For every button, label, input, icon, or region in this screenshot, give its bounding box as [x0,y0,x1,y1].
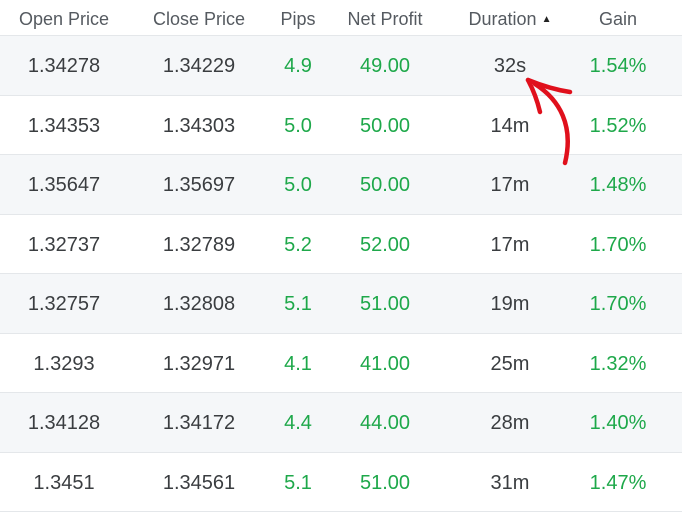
column-header-pips[interactable]: Pips [280,0,315,36]
cell-net-profit: 41.00 [359,352,411,375]
table-body: 1.34278 1.34229 4.9 49.00 32s 1.54% 1.34353 1.3… [0,36,682,512]
table-row[interactable]: 1.32737 1.32789 5.2 52.00 17m 1.70% [0,215,682,274]
cell-pips: 4.4 [284,412,312,434]
cell-close-price: 1.35697 [162,174,236,196]
column-header-close-price[interactable]: Close Price [153,0,245,36]
cell-net-profit: 49.00 [359,55,411,77]
cell-open-price: 1.3451 [33,471,95,494]
cell-pips: 4.9 [284,55,312,77]
table-row[interactable]: 1.3451 1.34561 5.1 51.00 31m 1.47% [0,453,682,512]
cell-close-price: 1.34172 [162,412,236,434]
cell-net-profit: 50.00 [359,114,411,137]
column-header-duration-label: Duration [468,9,537,29]
cell-net-profit: 52.00 [359,233,411,256]
cell-duration: 31m [490,471,530,494]
cell-gain: 1.52% [589,114,647,137]
cell-open-price: 1.34128 [27,412,101,434]
cell-net-profit: 51.00 [359,293,411,315]
table-row[interactable]: 1.34128 1.34172 4.4 44.00 28m 1.40% [0,393,682,453]
table-row[interactable]: 1.34353 1.34303 5.0 50.00 14m 1.52% [0,96,682,155]
cell-duration: 28m [490,412,530,434]
cell-gain: 1.40% [589,412,647,434]
cell-close-price: 1.32971 [162,352,236,375]
table-row[interactable]: 1.32757 1.32808 5.1 51.00 19m 1.70% [0,274,682,334]
cell-close-price: 1.34229 [162,55,236,77]
cell-net-profit: 51.00 [359,471,411,494]
cell-gain: 1.54% [589,55,647,77]
cell-pips: 5.2 [284,233,312,256]
trades-table: Open Price Close Price Pips Net Profit D… [0,0,682,512]
cell-close-price: 1.34303 [162,114,236,137]
sort-ascending-icon: ▲ [541,14,552,25]
cell-pips: 5.0 [284,114,312,137]
cell-pips: 5.0 [284,174,312,196]
cell-open-price: 1.3293 [33,352,95,375]
cell-open-price: 1.32757 [27,293,101,315]
cell-duration: 17m [490,174,530,196]
cell-net-profit: 44.00 [359,412,411,434]
column-header-net-profit[interactable]: Net Profit [347,0,422,36]
cell-gain: 1.32% [589,352,647,375]
cell-gain: 1.48% [589,174,647,196]
cell-open-price: 1.35647 [27,174,101,196]
table-header-row: Open Price Close Price Pips Net Profit D… [0,0,682,36]
cell-open-price: 1.34278 [27,55,101,77]
cell-gain: 1.70% [589,233,647,256]
cell-duration: 14m [490,114,530,137]
cell-pips: 4.1 [284,352,312,375]
cell-pips: 5.1 [284,471,312,494]
column-header-open-price[interactable]: Open Price [19,0,109,36]
table-row[interactable]: 1.35647 1.35697 5.0 50.00 17m 1.48% [0,155,682,215]
cell-duration: 32s [493,55,527,77]
column-header-duration[interactable]: Duration ▲ [469,0,552,36]
cell-open-price: 1.32737 [27,233,101,256]
cell-open-price: 1.34353 [27,114,101,137]
cell-duration: 19m [490,293,530,315]
table-row[interactable]: 1.34278 1.34229 4.9 49.00 32s 1.54% [0,36,682,96]
cell-duration: 25m [490,352,530,375]
table-row[interactable]: 1.3293 1.32971 4.1 41.00 25m 1.32% [0,334,682,393]
cell-gain: 1.70% [589,293,647,315]
cell-close-price: 1.32808 [162,293,236,315]
cell-net-profit: 50.00 [359,174,411,196]
cell-pips: 5.1 [284,293,312,315]
cell-duration: 17m [490,233,530,256]
cell-close-price: 1.34561 [162,471,236,494]
cell-gain: 1.47% [589,471,647,494]
column-header-gain[interactable]: Gain [599,0,637,36]
cell-close-price: 1.32789 [162,233,236,256]
